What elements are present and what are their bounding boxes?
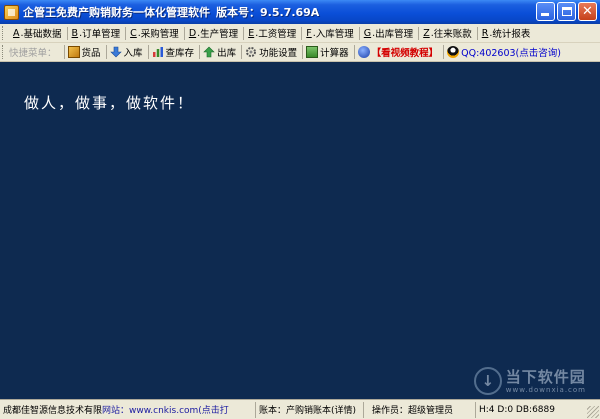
watermark-url: www.downxia.com (505, 385, 586, 394)
resize-grip[interactable] (587, 406, 599, 418)
minimize-button[interactable] (536, 2, 555, 21)
app-window: 企管王免费产购销财务一体化管理软件 版本号：9.5.7.69A ✕ A. 基础数据… (0, 0, 600, 419)
qq-icon (447, 46, 460, 58)
check-stock-button[interactable]: 查库存 (150, 44, 199, 61)
minimize-icon (541, 13, 549, 16)
website-label: 网站： (102, 406, 130, 416)
close-icon: ✕ (582, 4, 593, 19)
toolbar-divider (302, 45, 304, 59)
status-account[interactable]: 账本：产购销账本(详情) (256, 401, 364, 418)
toolbar-divider (105, 45, 107, 59)
goods-icon (67, 46, 80, 58)
menu-production-management[interactable]: D. 生产管理 (185, 25, 243, 42)
menu-shortcut: E (248, 27, 255, 39)
toolbar-divider (443, 45, 445, 59)
menu-outbound-management[interactable]: G. 出库管理 (360, 25, 418, 42)
menu-shortcut: B (71, 27, 79, 39)
menu-basic-data[interactable]: A. 基础数据 (9, 25, 67, 42)
toolbar-divider (147, 45, 149, 59)
menu-label: 生产管理 (200, 29, 239, 40)
video-tutorial-button[interactable]: 【看视频教程】 (356, 44, 443, 61)
quick-toolbar: 快捷菜单： 货品 入库 查库存 出库 功能设置 计算器 【看视频教程】 QQ:4… (0, 43, 600, 62)
watermark-text: 当下软件园 www.downxia.com (505, 367, 586, 394)
main-workspace: 做人，做事，做软件！ ↓ 当下软件园 www.downxia.com (0, 62, 600, 399)
toolbar-divider (241, 45, 243, 59)
menu-shortcut: F (306, 27, 312, 39)
watermark-title: 当下软件园 (505, 367, 586, 386)
check-stock-button-label: 查库存 (165, 48, 195, 59)
status-operator: 操作员：超级管理员 (364, 401, 476, 418)
menubar-grip[interactable] (2, 26, 5, 40)
website-link[interactable]: www.cnkis.com(点击打 (129, 403, 229, 416)
toolbar-divider (63, 45, 65, 59)
menu-shortcut: A (13, 27, 20, 39)
menu-accounts-receivable-payable[interactable]: Z. 往来账款 (419, 25, 477, 42)
video-icon (357, 46, 370, 58)
bar-chart-icon (152, 47, 163, 57)
outbound-button-label: 出库 (217, 48, 237, 59)
video-tutorial-label: 【看视频教程】 (371, 48, 439, 59)
menu-label: 出库管理 (375, 29, 414, 40)
toolbar-divider (199, 45, 201, 59)
toolbar-divider (353, 45, 355, 59)
inbound-button-label: 入库 (123, 48, 143, 59)
menu-label: 基础数据 (23, 29, 62, 40)
menu-inbound-management[interactable]: F. 入库管理 (302, 25, 359, 42)
menu-label: 往来账款 (433, 29, 472, 40)
arrow-down-icon (109, 46, 122, 58)
calculator-button[interactable]: 计算器 (304, 44, 353, 61)
menu-shortcut: R (481, 27, 489, 39)
calculator-icon (306, 46, 319, 58)
status-company: 成都佳智源信息技术有限 网站： www.cnkis.com(点击打 (0, 401, 256, 418)
status-bar: 成都佳智源信息技术有限 网站： www.cnkis.com(点击打 账本：产购销账本… (0, 399, 600, 419)
close-button[interactable]: ✕ (578, 2, 597, 21)
goods-button[interactable]: 货品 (66, 44, 105, 61)
settings-button[interactable]: 功能设置 (243, 44, 301, 61)
company-name: 成都佳智源信息技术有限 (3, 406, 103, 416)
version-label: 版本号：9.5.7.69A (216, 6, 320, 19)
toolbar-grip[interactable] (2, 45, 5, 59)
toolbar-caption: 快捷菜单： (9, 48, 57, 59)
title-bar[interactable]: 企管王免费产购销财务一体化管理软件 版本号：9.5.7.69A ✕ (0, 0, 600, 24)
menu-shortcut: C (130, 27, 137, 39)
menu-order-management[interactable]: B. 订单管理 (68, 25, 126, 42)
inbound-button[interactable]: 入库 (108, 44, 147, 61)
download-icon: ↓ (473, 367, 502, 395)
menu-label: 入库管理 (315, 29, 354, 40)
maximize-button[interactable] (557, 2, 576, 21)
settings-button-label: 功能设置 (259, 48, 298, 59)
menu-label: 工资管理 (258, 29, 297, 40)
menu-payroll-management[interactable]: E. 工资管理 (244, 25, 301, 42)
site-watermark: ↓ 当下软件园 www.downxia.com (473, 367, 586, 395)
outbound-button[interactable]: 出库 (201, 44, 240, 61)
window-title: 企管王免费产购销财务一体化管理软件 (23, 6, 210, 19)
menu-statistics-reports[interactable]: R. 统计报表 (478, 25, 536, 42)
status-db-info: H:4 D:0 DB:6889 (479, 404, 555, 415)
menu-shortcut: D (188, 27, 197, 39)
menu-label: 统计报表 (492, 29, 531, 40)
menu-shortcut: G (363, 27, 372, 39)
menu-label: 采购管理 (140, 29, 179, 40)
gear-icon (246, 47, 257, 57)
slogan-text: 做人，做事，做软件！ (24, 94, 195, 112)
arrow-up-icon (203, 46, 215, 58)
qq-consult-button[interactable]: QQ:402603(点击咨询) (445, 44, 565, 61)
window-controls: ✕ (536, 2, 597, 21)
maximize-icon (562, 7, 572, 16)
goods-button-label: 货品 (81, 48, 101, 59)
app-icon (4, 4, 19, 20)
calculator-button-label: 计算器 (320, 48, 349, 59)
qq-consult-label: QQ:402603(点击咨询) (461, 48, 561, 59)
menu-label: 订单管理 (82, 29, 121, 40)
menu-bar: A. 基础数据 B. 订单管理 C. 采购管理 D. 生产管理 E. 工资管理 F. 入库管… (0, 24, 600, 43)
menu-shortcut: Z (423, 27, 430, 39)
menu-purchase-management[interactable]: C. 采购管理 (126, 25, 184, 42)
